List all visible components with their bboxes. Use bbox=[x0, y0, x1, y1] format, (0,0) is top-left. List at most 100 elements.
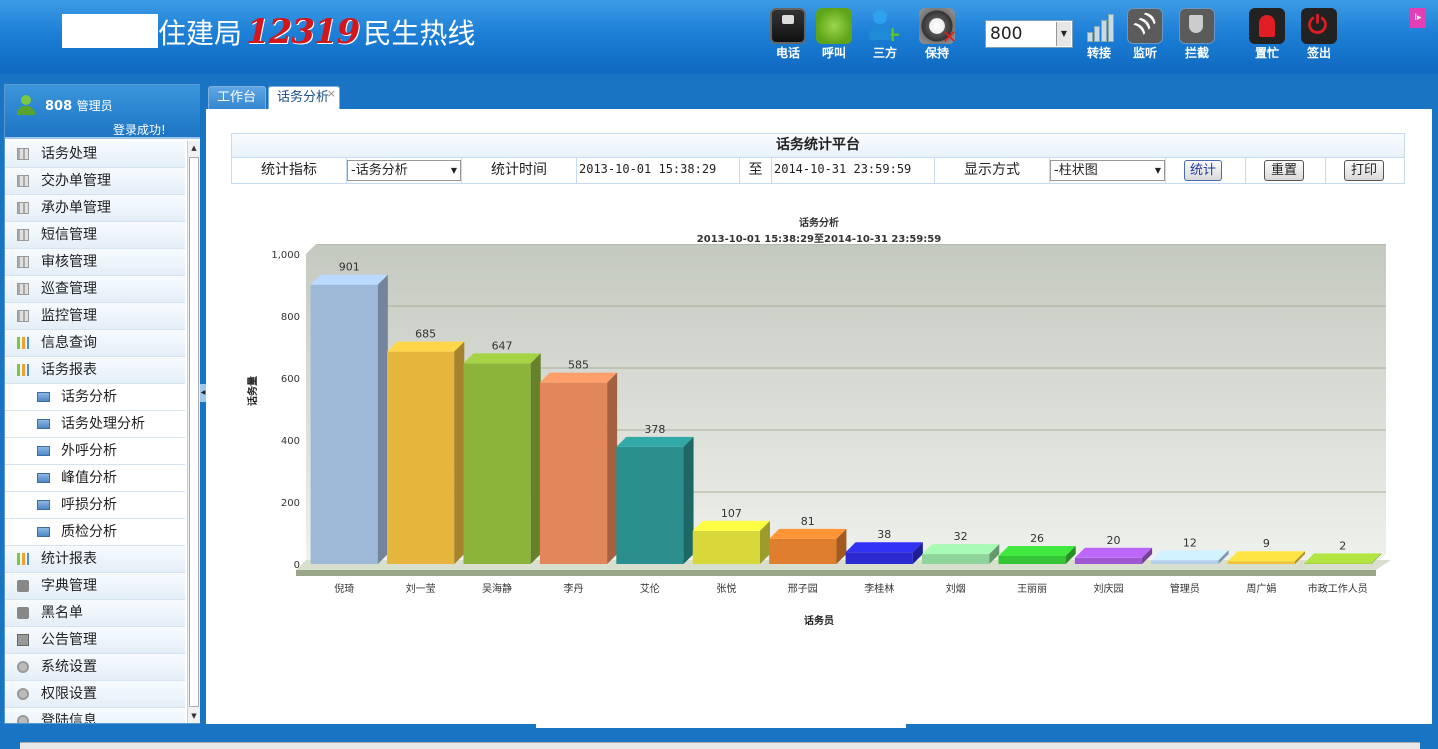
logout-button[interactable]: 签出 bbox=[1296, 8, 1342, 60]
menu-sub-icon bbox=[37, 473, 50, 483]
menu-item[interactable]: 系统设置 bbox=[5, 654, 185, 681]
user-name: 808 管理员 bbox=[45, 99, 113, 114]
x-tick-label: 倪琦 bbox=[334, 583, 354, 595]
menu-item-label: 字典管理 bbox=[41, 578, 97, 594]
menu-item[interactable]: 审核管理 bbox=[5, 249, 185, 276]
bar bbox=[463, 353, 541, 564]
y-tick-label: 600 bbox=[281, 374, 300, 385]
menu-item-label: 公告管理 bbox=[41, 632, 97, 648]
time-start-input[interactable]: 2013-10-01 15:38:29 bbox=[579, 158, 716, 180]
bar bbox=[998, 545, 1076, 564]
x-tick-label: 艾伦 bbox=[640, 582, 660, 595]
menu-bars-icon bbox=[17, 337, 29, 349]
corner-badge-icon[interactable]: I▸ bbox=[1410, 8, 1426, 28]
bar-side bbox=[530, 353, 541, 564]
x-tick-label: 王丽丽 bbox=[1017, 584, 1047, 595]
bar-value-label: 107 bbox=[721, 507, 742, 520]
menu-item[interactable]: 短信管理 bbox=[5, 222, 185, 249]
bar-value-label: 38 bbox=[877, 528, 891, 541]
submenu-item[interactable]: 峰值分析 bbox=[5, 465, 185, 492]
intercept-button[interactable]: 拦截 bbox=[1174, 8, 1220, 60]
bar-top bbox=[1074, 547, 1153, 558]
stat-button[interactable]: 统计 bbox=[1184, 160, 1222, 181]
intercept-icon bbox=[1179, 8, 1215, 44]
menu-sub-icon bbox=[37, 446, 50, 456]
menu-gear-icon bbox=[17, 715, 29, 723]
left-sidebar: 808 管理员 登录成功! 话务处理 交办单管理 承办单管理 短信管理 审核管理 巡查管理… bbox=[4, 84, 201, 724]
bar-side bbox=[454, 341, 465, 564]
menu-item[interactable]: 交办单管理 bbox=[5, 168, 185, 195]
menu-item[interactable]: 黑名单 bbox=[5, 600, 185, 627]
menu-item-label: 呼损分析 bbox=[61, 497, 117, 513]
menu-item[interactable]: 登陆信息 bbox=[5, 708, 185, 723]
horizontal-scrollbar[interactable] bbox=[20, 742, 1420, 749]
scroll-up-icon[interactable]: ▲ bbox=[188, 141, 200, 155]
chevron-down-icon: ▼ bbox=[1056, 22, 1071, 46]
bar-top bbox=[998, 545, 1076, 556]
hold-button[interactable]: ✕ 保持 bbox=[914, 8, 960, 60]
scroll-down-icon[interactable]: ▼ bbox=[188, 709, 200, 723]
extension-select[interactable]: 800 ▼ bbox=[985, 20, 1073, 48]
menu-item[interactable]: 字典管理 bbox=[5, 573, 185, 600]
menu-item[interactable]: 巡查管理 bbox=[5, 276, 185, 303]
scrollbar-thumb[interactable] bbox=[189, 157, 199, 707]
busy-label: 置忙 bbox=[1254, 46, 1279, 60]
menu-item[interactable]: 监控管理 bbox=[5, 303, 185, 330]
busy-icon bbox=[1249, 8, 1285, 44]
menu-item-label: 话务分析 bbox=[61, 389, 117, 405]
submenu-item[interactable]: 话务分析 bbox=[5, 384, 185, 411]
bar-front bbox=[1151, 560, 1219, 564]
menu-grid-icon bbox=[17, 202, 29, 214]
submenu-item[interactable]: 外呼分析 bbox=[5, 438, 185, 465]
bar bbox=[1151, 550, 1229, 564]
metric-select[interactable]: -话务分析 ▼ bbox=[347, 160, 461, 181]
sidebar-scrollbar[interactable]: ▲ ▼ bbox=[187, 141, 200, 723]
menu-item-label: 质检分析 bbox=[61, 524, 117, 540]
menu-grid-icon bbox=[17, 229, 29, 241]
bar-side bbox=[607, 372, 618, 564]
reset-button[interactable]: 重置 bbox=[1264, 160, 1304, 181]
time-end-input[interactable]: 2014-10-31 23:59:59 bbox=[774, 158, 911, 180]
x-tick-label: 刘烟 bbox=[946, 582, 966, 595]
bar-side bbox=[377, 274, 388, 564]
menu-item[interactable]: 话务处理 bbox=[5, 141, 185, 168]
submenu-item[interactable]: 话务处理分析 bbox=[5, 411, 185, 438]
menu-grid-icon bbox=[17, 148, 29, 160]
call-button[interactable]: 呼叫 bbox=[811, 8, 857, 60]
bar-top bbox=[1151, 550, 1229, 561]
bar-top bbox=[692, 520, 770, 531]
x-tick-label: 张悦 bbox=[716, 582, 736, 595]
bar-top bbox=[616, 436, 694, 447]
bar-value-label: 81 bbox=[801, 515, 815, 528]
x-axis-label: 话务员 bbox=[804, 616, 834, 627]
tab-workbench-label: 工作台 bbox=[217, 90, 257, 105]
tab-workbench[interactable]: 工作台 bbox=[208, 86, 266, 109]
phone-button[interactable]: 电话 bbox=[765, 8, 811, 60]
transfer-button[interactable]: 转接 bbox=[1076, 8, 1122, 60]
submenu-item[interactable]: 质检分析 bbox=[5, 519, 185, 546]
menu-item-label: 话务处理分析 bbox=[61, 416, 145, 432]
menu-item[interactable]: 统计报表 bbox=[5, 546, 185, 573]
three-way-button[interactable]: + 三方 bbox=[862, 8, 908, 60]
bar-value-label: 378 bbox=[644, 423, 665, 436]
transfer-icon bbox=[1081, 8, 1117, 44]
close-icon[interactable]: × bbox=[327, 83, 336, 105]
busy-button[interactable]: 置忙 bbox=[1244, 8, 1290, 60]
bar-chart: 0 200 400 600 800 1,000 901 倪琦 685 刘一莹 647 吴海静 585 李… bbox=[271, 244, 1391, 595]
submenu-item[interactable]: 呼损分析 bbox=[5, 492, 185, 519]
bar-side bbox=[683, 436, 694, 564]
menu-item[interactable]: 公告管理 bbox=[5, 627, 185, 654]
x-tick-label: 邢子园 bbox=[788, 583, 818, 595]
print-button[interactable]: 打印 bbox=[1344, 160, 1384, 181]
app-header: 住建局12319民生热线 电话 呼叫 + 三方 ✕ 保持 800 ▼ 转接 监听… bbox=[0, 0, 1438, 74]
menu-msg-icon bbox=[17, 607, 29, 619]
menu-item[interactable]: 话务报表 bbox=[5, 357, 185, 384]
tab-call-analysis[interactable]: 话务分析 × bbox=[268, 86, 340, 109]
menu-item[interactable]: 信息查询 bbox=[5, 330, 185, 357]
menu-item[interactable]: 承办单管理 bbox=[5, 195, 185, 222]
menu-item[interactable]: 权限设置 bbox=[5, 681, 185, 708]
bar-top bbox=[310, 274, 388, 285]
display-select[interactable]: -柱状图 ▼ bbox=[1050, 160, 1165, 181]
listen-button[interactable]: 监听 bbox=[1122, 8, 1168, 60]
y-tick-label: 1,000 bbox=[271, 250, 300, 261]
